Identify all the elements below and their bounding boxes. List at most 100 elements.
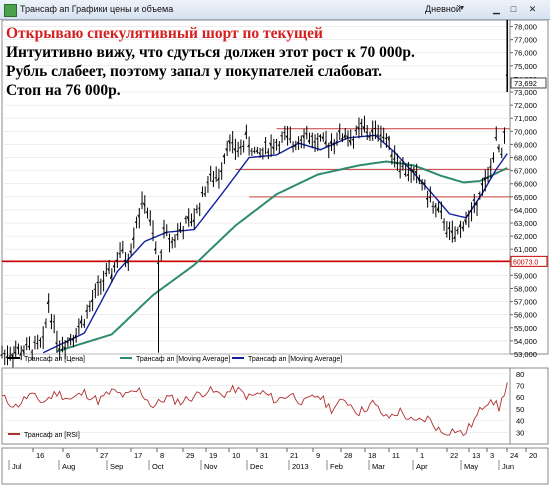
x-day-label: 24 [510,451,518,460]
y-tick-label: 77,000 [514,36,537,45]
x-day-label: 28 [344,451,352,460]
x-day-label: 6 [66,451,70,460]
annotation-line: Рубль слабеет, поэтому запал у покупател… [6,63,382,80]
rsi-tick-label: 40 [516,417,524,426]
rsi-tick-label: 50 [516,405,524,414]
price-bar-tick [489,166,491,168]
price-bar-tick [140,203,143,205]
x-month-label: Dec [250,462,264,471]
y-tick-label: 78,000 [514,23,537,32]
y-tick-label: 73,000 [514,88,537,97]
y-tick-label: 72,000 [514,101,537,110]
maximize-icon[interactable]: □ [507,3,520,15]
chevron-down-icon[interactable]: ▼ [458,4,466,14]
annotation-line: Интуитивно вижу, что сдуться должен этот… [6,44,415,61]
x-day-label: 21 [290,451,298,460]
y-tick-label: 68,000 [514,154,537,163]
level-label: 60073.0 [513,259,538,266]
trade-annotation: Открываю спекулятивный шорт по текущей И… [6,24,415,100]
y-tick-label: 62,000 [514,232,537,241]
period-selector[interactable]: Дневной [425,4,461,14]
price-bar-tick [252,150,255,153]
x-month-label: Mar [372,462,385,471]
last-price-label: 73,692 [514,79,537,88]
price-legend: Трансаф ап [Цена] Трансаф ап [Moving Aver… [8,356,342,363]
x-month-label: Apr [416,462,428,471]
price-bar-tick [184,217,187,220]
legend-label: Трансаф ап [Moving Average] [136,356,230,363]
y-tick-label: 65,000 [514,193,537,202]
close-icon[interactable]: ✕ [526,3,539,15]
x-day-label: 3 [490,451,494,460]
price-bar-tick [296,141,299,144]
x-axis: 16 6 27 17 8 29 19 10 31 21 9 28 18 11 1 22 13 3 24 20Jul Au… [1,447,549,485]
x-day-label: 9 [316,451,320,460]
rsi-tick-label: 30 [516,428,524,437]
price-bar-tick [373,127,376,130]
y-tick-label: 53,000 [514,350,537,359]
y-tick-label: 64,000 [514,206,537,215]
y-tick-label: 55,000 [514,324,537,333]
x-day-label: 22 [450,451,458,460]
y-tick-label: 75,000 [514,62,537,71]
x-month-label: Oct [152,462,165,471]
rsi-tick-label: 60 [516,393,524,402]
annotation-title: Открываю спекулятивный шорт по текущей [6,25,323,42]
rsi-tick-label: 80 [516,370,524,379]
app-icon [4,4,17,17]
price-bar-tick [431,205,434,208]
price-bar-tick [104,272,107,275]
y-tick-label: 67,000 [514,167,537,176]
title-bar: Трансаф ап Графики цены и объема Дневной… [0,0,550,20]
y-tick-label: 66,000 [514,180,537,189]
x-day-label: 29 [186,451,194,460]
x-day-label: 31 [260,451,268,460]
y-tick-label: 76,000 [514,49,537,58]
x-day-label: 13 [472,451,480,460]
y-tick-label: 61,000 [514,245,537,254]
price-bar-tick [280,135,283,137]
y-tick-label: 56,000 [514,311,537,320]
y-tick-label: 58,000 [514,285,537,294]
x-day-label: 16 [36,451,44,460]
x-month-label: Nov [204,462,218,471]
annotation-line: Стоп на 76 000р. [6,82,121,99]
x-day-label: 1 [420,451,424,460]
window-title: Трансаф ап Графики цены и объема [20,4,174,14]
x-day-label: 11 [392,451,400,460]
price-bar-tick [401,165,404,168]
x-day-label: 17 [134,451,142,460]
legend-label: Трансаф ап [Moving Average] [248,356,342,363]
x-day-label: 19 [209,451,217,460]
rsi-tick-label: 70 [516,382,524,391]
y-tick-label: 63,000 [514,219,537,228]
y-tick-label: 59,000 [514,271,537,280]
x-month-label: May [464,462,478,471]
y-tick-label: 71,000 [514,114,537,123]
legend-label: Трансаф ап [Цена] [24,356,85,363]
x-month-label: Jul [12,462,22,471]
price-bar-tick [335,141,338,143]
x-month-label: Sep [110,462,123,471]
x-month-label: Jun [502,462,514,471]
price-bar-tick [99,281,102,283]
price-bar-tick [41,336,44,338]
price-bar-tick [52,321,55,323]
rsi-panel[interactable]: 80 70 60 50 40 30 Трансаф ап [RSI] [1,367,549,445]
price-bar-tick [250,150,253,152]
y-tick-label: 57,000 [514,298,537,307]
price-bar-tick [354,129,357,132]
x-day-label: 18 [368,451,376,460]
x-day-label: 20 [529,451,537,460]
x-day-label: 8 [160,451,164,460]
rsi-legend-label: Трансаф ап [RSI] [24,432,80,439]
x-month-label: 2013 [292,462,309,471]
minimize-icon[interactable]: ▁ [490,3,503,15]
x-day-label: 27 [100,451,108,460]
x-day-label: 10 [232,451,240,460]
y-tick-label: 69,000 [514,140,537,149]
price-bar-tick [313,140,316,143]
x-month-label: Aug [62,462,75,471]
price-bar-tick [44,322,47,324]
y-tick-label: 54,000 [514,337,537,346]
